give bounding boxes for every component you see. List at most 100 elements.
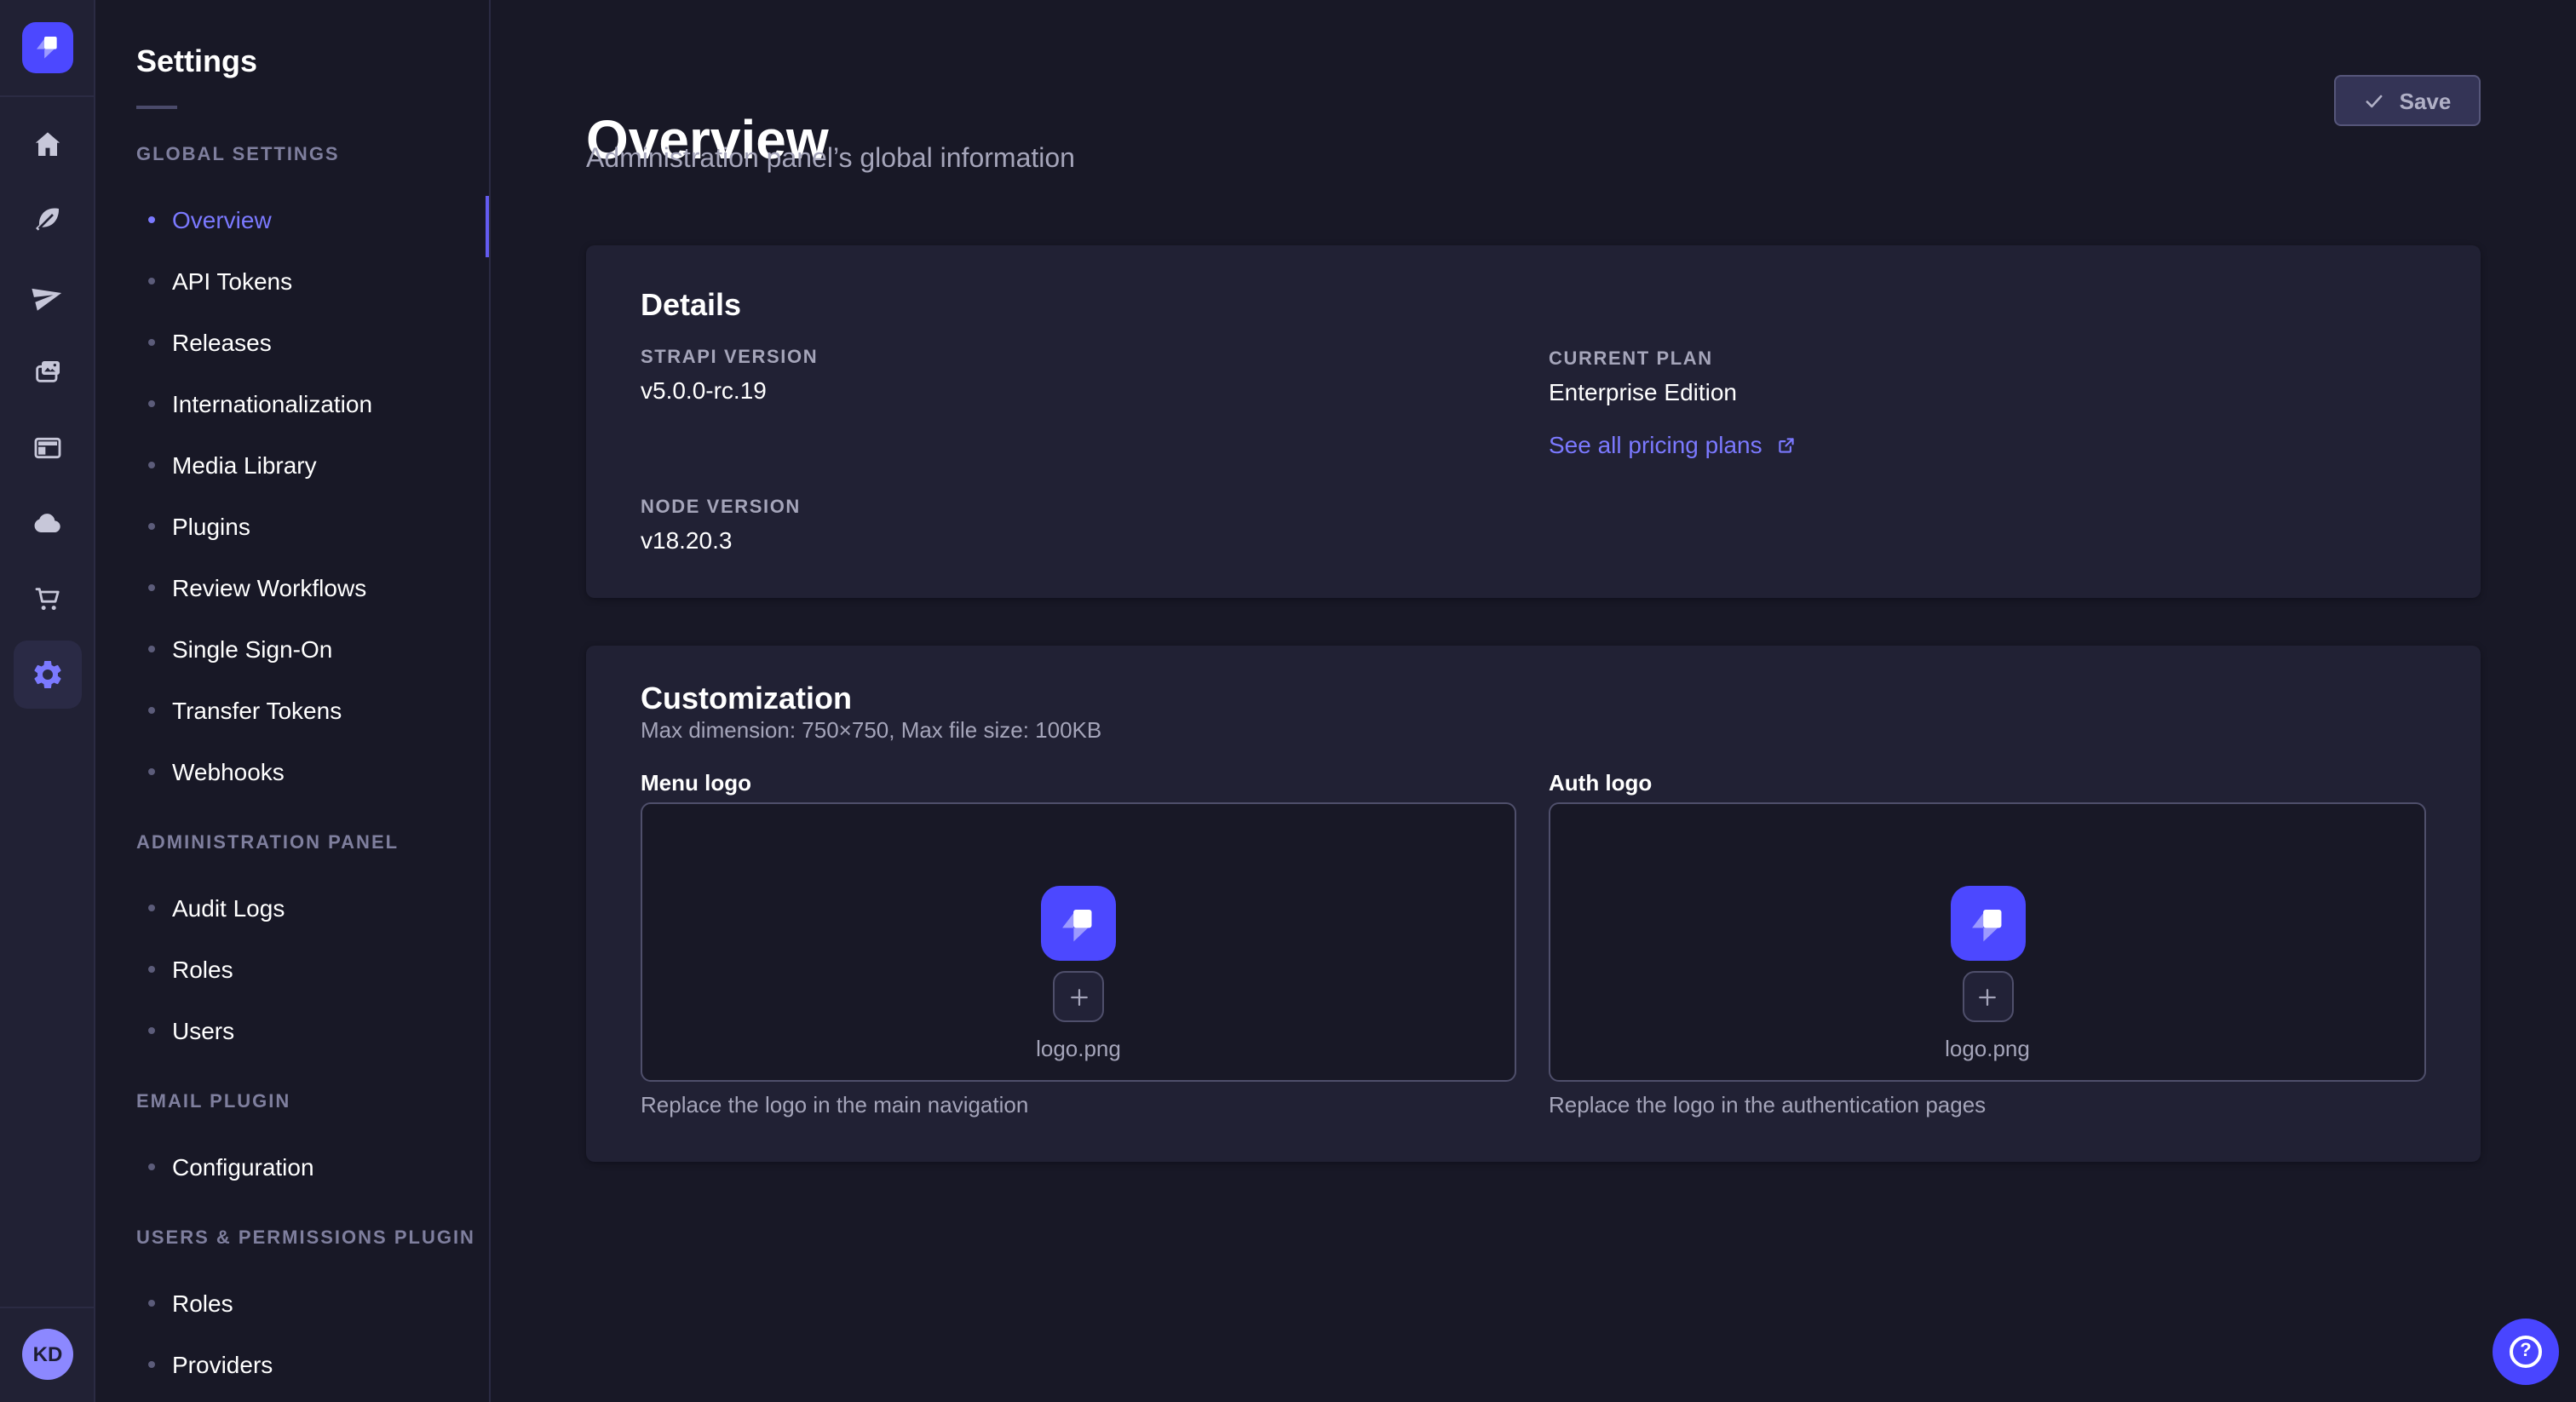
sidebar-item-review-workflows[interactable]: Review Workflows	[95, 557, 489, 618]
current-plan-value: Enterprise Edition	[1549, 376, 1737, 407]
sidebar-item-releases[interactable]: Releases	[95, 312, 489, 373]
sidebar-section-email-plugin: EMAIL PLUGIN	[95, 1090, 489, 1114]
sidebar-item-label: Internationalization	[172, 388, 372, 419]
paper-plane-icon	[31, 279, 65, 313]
sidebar-item-roles[interactable]: Roles	[95, 939, 489, 1000]
menu-logo-add-button[interactable]	[1053, 971, 1104, 1022]
bullet-icon	[148, 768, 155, 775]
menu-logo-upload-box[interactable]: logo.png	[641, 802, 1516, 1082]
menu-logo-preview	[1041, 886, 1116, 961]
sidebar-item-label: Roles	[172, 954, 233, 985]
bullet-icon	[148, 1164, 155, 1170]
bullet-icon	[148, 216, 155, 223]
bullet-icon	[148, 400, 155, 407]
sidebar-item-label: Roles	[172, 1288, 233, 1319]
sidebar-item-configuration[interactable]: Configuration	[95, 1136, 489, 1198]
details-heading: Details	[641, 286, 741, 324]
customization-heading: Customization	[641, 680, 852, 717]
check-icon	[2364, 89, 2386, 112]
bullet-icon	[148, 646, 155, 652]
sidebar-item-internationalization[interactable]: Internationalization	[95, 373, 489, 434]
sidebar-item-label: Overview	[172, 204, 272, 235]
rail-feather-button[interactable]	[14, 186, 82, 254]
bullet-icon	[148, 462, 155, 468]
rail-layout-button[interactable]	[14, 413, 82, 481]
cloud-icon	[31, 506, 65, 540]
strapi-mark-icon	[29, 26, 66, 69]
rail-divider-bottom	[0, 1307, 95, 1308]
plus-icon	[1066, 984, 1091, 1009]
gear-icon	[31, 658, 65, 692]
sidebar-item-overview[interactable]: Overview	[95, 189, 489, 250]
rail-cloud-button[interactable]	[14, 489, 82, 557]
sidebar-item-label: Webhooks	[172, 756, 285, 787]
sidebar-item-label: Single Sign-On	[172, 634, 332, 664]
bullet-icon	[148, 339, 155, 346]
bullet-icon	[148, 523, 155, 530]
node-version-label: NODE VERSION	[641, 497, 801, 520]
save-button[interactable]: Save	[2334, 75, 2481, 126]
auth-logo-add-button[interactable]	[1962, 971, 2013, 1022]
help-button[interactable]: ?	[2493, 1319, 2559, 1385]
sidebar-section-users-permissions-plugin: USERS & PERMISSIONS PLUGIN	[95, 1227, 489, 1250]
sidebar-item-label: Audit Logs	[172, 893, 285, 923]
question-mark-icon: ?	[2510, 1336, 2542, 1368]
strapi-logo[interactable]	[22, 22, 73, 73]
menu-logo-helper: Replace the logo in the main navigation	[641, 1092, 1028, 1119]
auth-logo-helper: Replace the logo in the authentication p…	[1549, 1092, 1986, 1119]
sidebar-item-roles[interactable]: Roles	[95, 1273, 489, 1334]
customization-card: Customization Max dimension: 750×750, Ma…	[586, 646, 2481, 1162]
pricing-plans-link[interactable]: See all pricing plans	[1549, 431, 1798, 460]
media-icon	[31, 354, 65, 388]
sidebar-item-single-sign-on[interactable]: Single Sign-On	[95, 618, 489, 680]
cart-icon	[31, 582, 65, 616]
auth-logo-label: Auth logo	[1549, 770, 1652, 796]
auth-logo-upload-box[interactable]: logo.png	[1549, 802, 2426, 1082]
menu-logo-filename: logo.png	[1036, 1036, 1121, 1063]
sidebar-item-media-library[interactable]: Media Library	[95, 434, 489, 496]
subnav-title: Settings	[95, 0, 489, 82]
auth-logo-preview	[1950, 886, 2025, 961]
sidebar-item-api-tokens[interactable]: API Tokens	[95, 250, 489, 312]
sidebar-item-label: Transfer Tokens	[172, 695, 342, 726]
node-version-value: v18.20.3	[641, 525, 732, 555]
strapi-version-label: STRAPI VERSION	[641, 348, 818, 370]
rail-cart-button[interactable]	[14, 565, 82, 633]
sidebar-item-plugins[interactable]: Plugins	[95, 496, 489, 557]
customization-constraints: Max dimension: 750×750, Max file size: 1…	[641, 717, 1101, 744]
subnav-divider	[136, 106, 177, 109]
sidebar-item-label: Users	[172, 1015, 234, 1046]
rail-paper-plane-button[interactable]	[14, 261, 82, 330]
bullet-icon	[148, 707, 155, 714]
bullet-icon	[148, 966, 155, 973]
external-link-icon	[1776, 434, 1798, 457]
bullet-icon	[148, 905, 155, 911]
menu-logo-label: Menu logo	[641, 770, 751, 796]
app-window: KD Settings GLOBAL SETTINGSOverviewAPI T…	[0, 0, 2576, 1402]
sidebar-item-label: Releases	[172, 327, 272, 358]
current-plan-label: CURRENT PLAN	[1549, 349, 1713, 371]
home-icon	[31, 127, 65, 161]
user-avatar[interactable]: KD	[22, 1329, 73, 1380]
plus-icon	[1975, 984, 2000, 1009]
feather-icon	[31, 203, 65, 237]
save-button-label: Save	[2400, 88, 2452, 113]
settings-subnav: Settings GLOBAL SETTINGSOverviewAPI Toke…	[95, 0, 491, 1402]
pricing-link-label: See all pricing plans	[1549, 431, 1762, 460]
rail-media-button[interactable]	[14, 337, 82, 405]
page-subtitle: Administration panel’s global informatio…	[586, 143, 1075, 177]
sidebar-item-webhooks[interactable]: Webhooks	[95, 741, 489, 802]
sidebar-item-audit-logs[interactable]: Audit Logs	[95, 877, 489, 939]
sidebar-item-providers[interactable]: Providers	[95, 1334, 489, 1395]
bullet-icon	[148, 1361, 155, 1368]
rail-home-button[interactable]	[14, 110, 82, 178]
sidebar-item-label: Providers	[172, 1349, 273, 1380]
rail-gear-button[interactable]	[14, 641, 82, 709]
sidebar-item-label: Plugins	[172, 511, 250, 542]
main-nav-rail: KD	[0, 0, 95, 1402]
sidebar-item-transfer-tokens[interactable]: Transfer Tokens	[95, 680, 489, 741]
layout-icon	[31, 430, 65, 464]
bullet-icon	[148, 278, 155, 284]
sidebar-item-users[interactable]: Users	[95, 1000, 489, 1061]
active-item-indicator	[486, 196, 489, 257]
